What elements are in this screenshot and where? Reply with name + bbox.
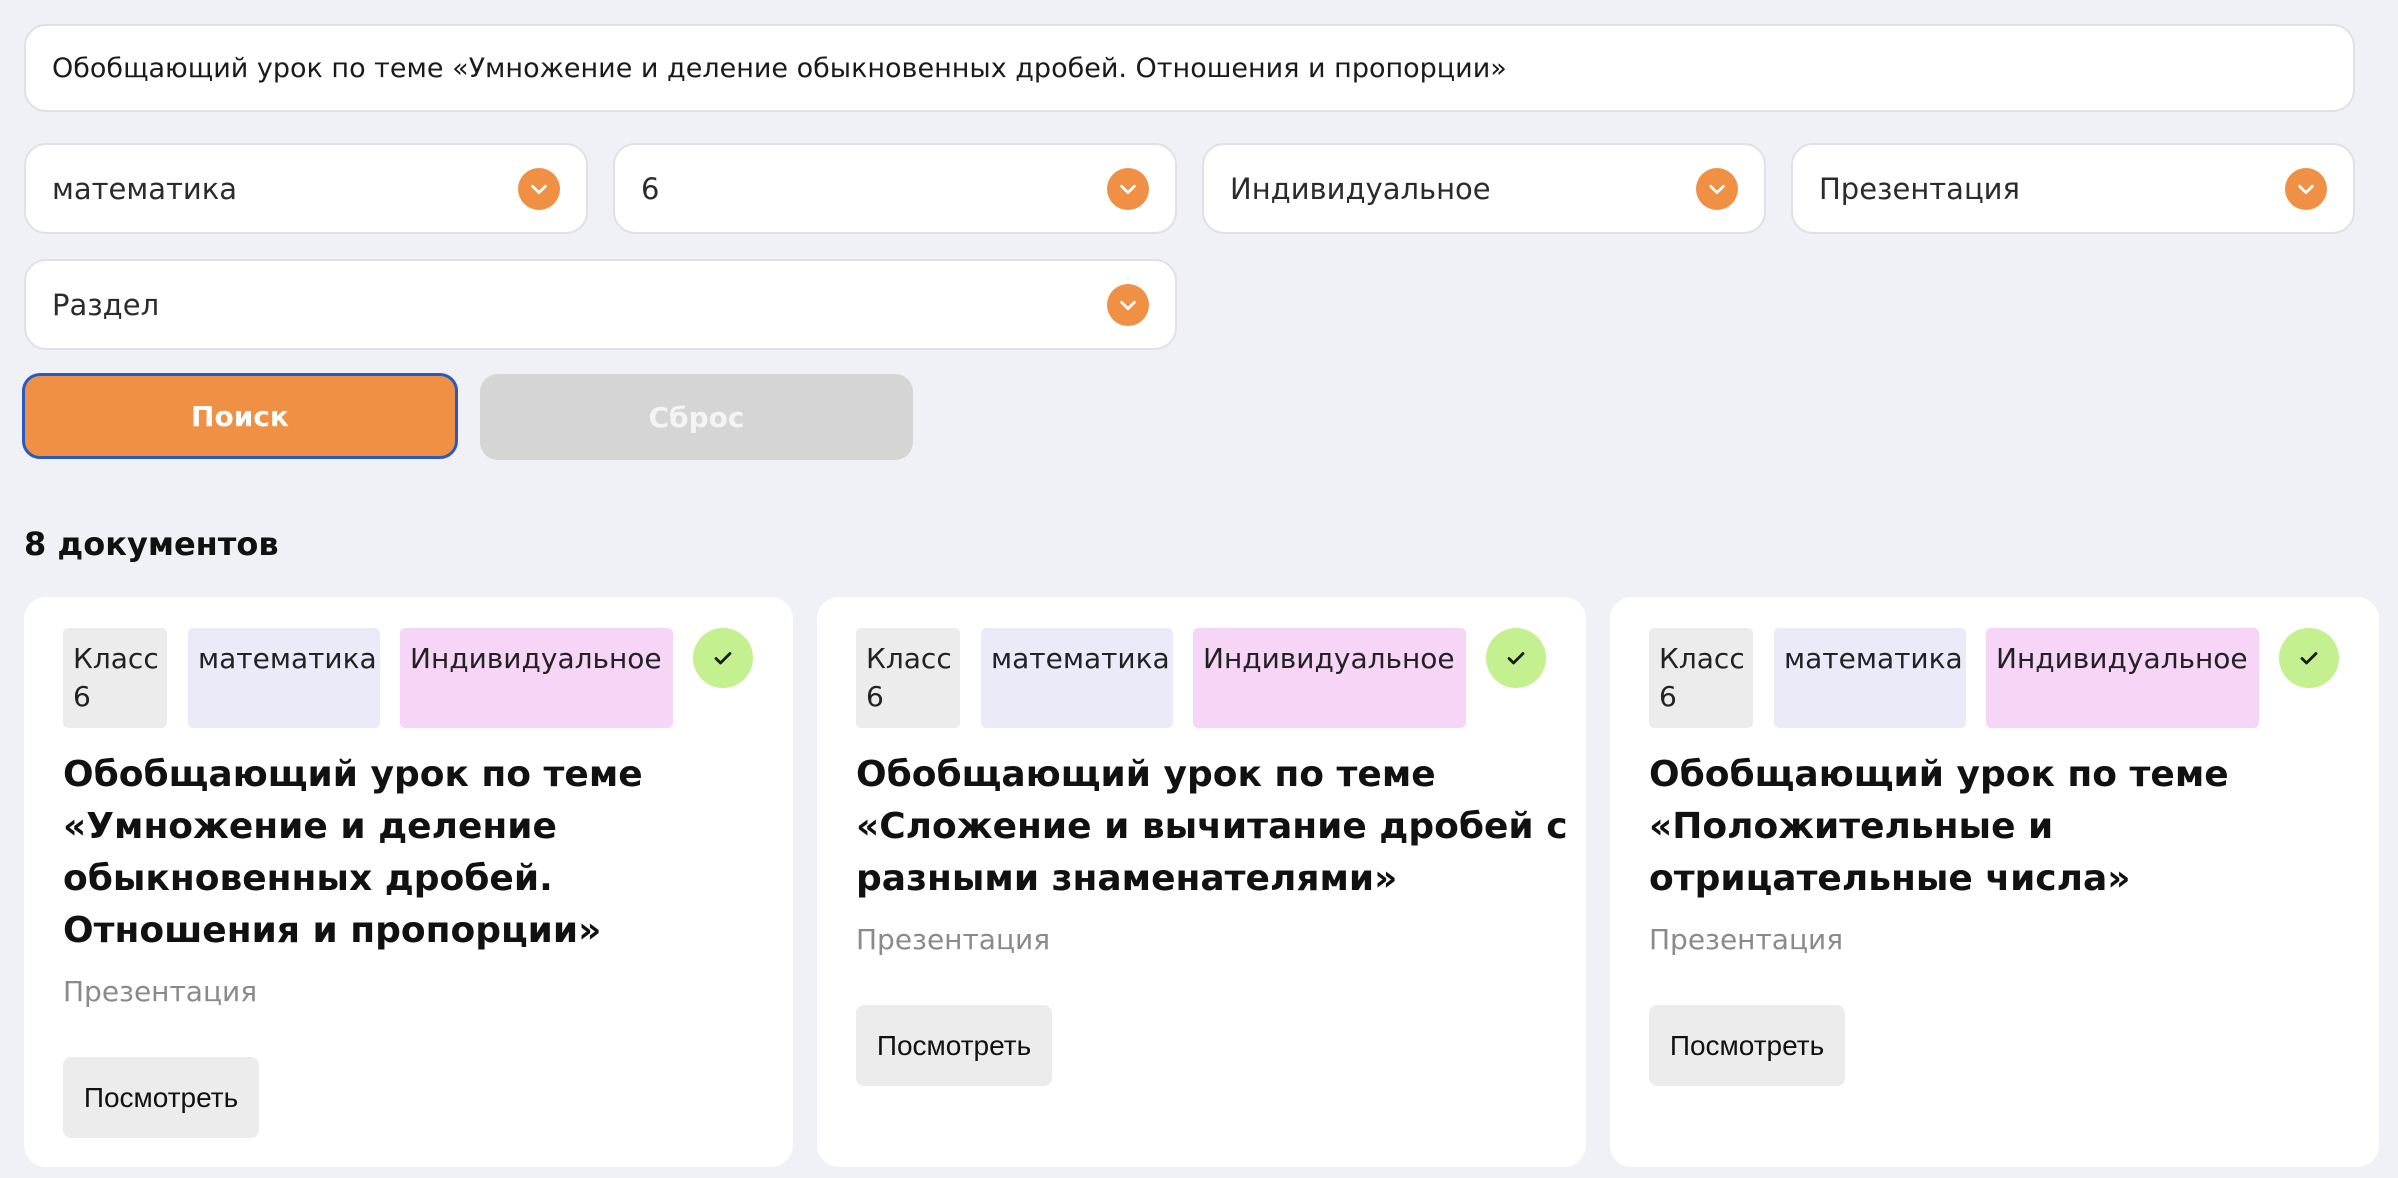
type-select-value: Презентация <box>1819 171 2020 206</box>
chevron-down-icon <box>1696 167 1738 210</box>
mode-tag: Индивидуальное <box>1193 628 1466 728</box>
card-title: Обобщающий урок по теме «Умножение и дел… <box>63 754 643 951</box>
section-select-value: Раздел <box>52 287 160 322</box>
document-card: Класс 6 математика Индивидуальное Обобща… <box>817 597 1586 1167</box>
card-title: Обобщающий урок по теме «Сложение и вычи… <box>856 754 1568 899</box>
mode-tag: Индивидуальное <box>1986 628 2259 728</box>
card-type: Презентация <box>63 975 258 1008</box>
search-input[interactable] <box>24 24 2355 112</box>
check-icon <box>1486 628 1546 688</box>
chevron-down-icon <box>1107 283 1149 326</box>
class-tag: Класс 6 <box>63 628 167 728</box>
subject-select-value: математика <box>52 171 238 206</box>
mode-select[interactable]: Индивидуальное <box>1202 143 1766 234</box>
grade-select-value: 6 <box>641 171 660 206</box>
card-title: Обобщающий урок по теме «Положительные и… <box>1649 754 2229 899</box>
subject-tag: математика <box>188 628 380 728</box>
grade-select[interactable]: 6 <box>613 143 1177 234</box>
search-button[interactable]: Поиск <box>22 373 458 459</box>
type-select[interactable]: Презентация <box>1791 143 2355 234</box>
check-icon <box>693 628 753 688</box>
search-page: математика 6 Индивидуальное Презентация … <box>0 0 2398 1178</box>
document-card: Класс 6 математика Индивидуальное Обобща… <box>24 597 793 1167</box>
check-icon <box>2279 628 2339 688</box>
mode-select-value: Индивидуальное <box>1230 171 1491 206</box>
subject-tag: математика <box>981 628 1173 728</box>
section-select[interactable]: Раздел <box>24 259 1177 350</box>
view-button[interactable]: Посмотреть <box>1649 1005 1845 1086</box>
mode-tag: Индивидуальное <box>400 628 673 728</box>
card-type: Презентация <box>856 923 1051 956</box>
reset-button[interactable]: Сброс <box>480 374 913 460</box>
document-card: Класс 6 математика Индивидуальное Обобща… <box>1610 597 2379 1167</box>
chevron-down-icon <box>2285 167 2327 210</box>
subject-select[interactable]: математика <box>24 143 588 234</box>
chevron-down-icon <box>518 167 560 210</box>
class-tag: Класс 6 <box>856 628 960 728</box>
results-count: 8 документов <box>24 525 279 563</box>
card-type: Презентация <box>1649 923 1844 956</box>
subject-tag: математика <box>1774 628 1966 728</box>
class-tag: Класс 6 <box>1649 628 1753 728</box>
chevron-down-icon <box>1107 167 1149 210</box>
view-button[interactable]: Посмотреть <box>856 1005 1052 1086</box>
view-button[interactable]: Посмотреть <box>63 1057 259 1138</box>
